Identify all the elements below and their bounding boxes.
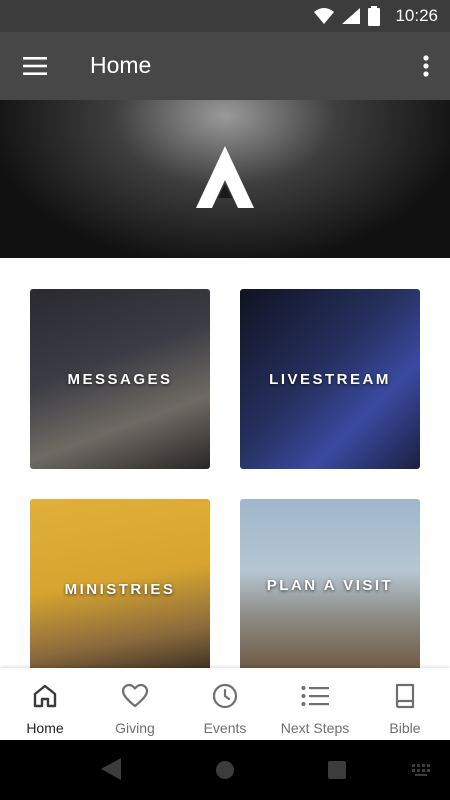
nav-label: Bible: [389, 720, 421, 736]
home-circle-icon[interactable]: [216, 761, 234, 779]
back-triangle-icon[interactable]: [101, 758, 121, 780]
church-logo-a-icon: [196, 146, 254, 208]
home-icon: [32, 682, 58, 710]
nav-item-home[interactable]: Home: [0, 668, 90, 740]
nav-label: Next Steps: [280, 720, 350, 736]
nav-label: Giving: [115, 720, 155, 736]
nav-item-events[interactable]: Events: [180, 668, 270, 740]
tile-label: PLAN A VISIT: [266, 577, 394, 594]
keyboard-icon[interactable]: [412, 764, 432, 776]
tile-livestream[interactable]: LIVESTREAM: [240, 289, 420, 469]
status-time: 10:26: [395, 6, 438, 25]
bottom-nav: Home Giving Events Next Steps Bible: [0, 668, 450, 740]
page-title: Home: [90, 52, 152, 78]
system-nav-bar: [0, 740, 450, 800]
list-icon: [301, 682, 329, 710]
hero-banner: [0, 100, 450, 258]
heart-icon: [121, 682, 149, 710]
app-bar: Home: [0, 32, 450, 100]
more-vert-icon[interactable]: [412, 46, 440, 86]
nav-item-giving[interactable]: Giving: [90, 668, 180, 740]
status-bar: 10:26: [0, 0, 450, 32]
tile-label: MESSAGES: [67, 371, 173, 388]
tile-plan-a-visit[interactable]: PLAN A VISIT: [240, 499, 420, 679]
book-icon: [394, 682, 416, 710]
wifi-icon: [314, 8, 334, 24]
tile-ministries[interactable]: MINISTRIES: [30, 499, 210, 679]
tile-messages[interactable]: MESSAGES: [30, 289, 210, 469]
signal-icon: [342, 8, 360, 24]
nav-item-next-steps[interactable]: Next Steps: [270, 668, 360, 740]
tile-label: LIVESTREAM: [269, 371, 391, 388]
recents-square-icon[interactable]: [328, 761, 346, 779]
status-icons: [314, 6, 380, 26]
tile-label: MINISTRIES: [64, 581, 176, 598]
nav-label: Events: [203, 720, 247, 736]
battery-icon: [368, 6, 380, 26]
nav-label: Home: [26, 720, 64, 736]
hamburger-menu-icon[interactable]: [14, 46, 56, 86]
clock-icon: [212, 682, 238, 710]
nav-item-bible[interactable]: Bible: [360, 668, 450, 740]
